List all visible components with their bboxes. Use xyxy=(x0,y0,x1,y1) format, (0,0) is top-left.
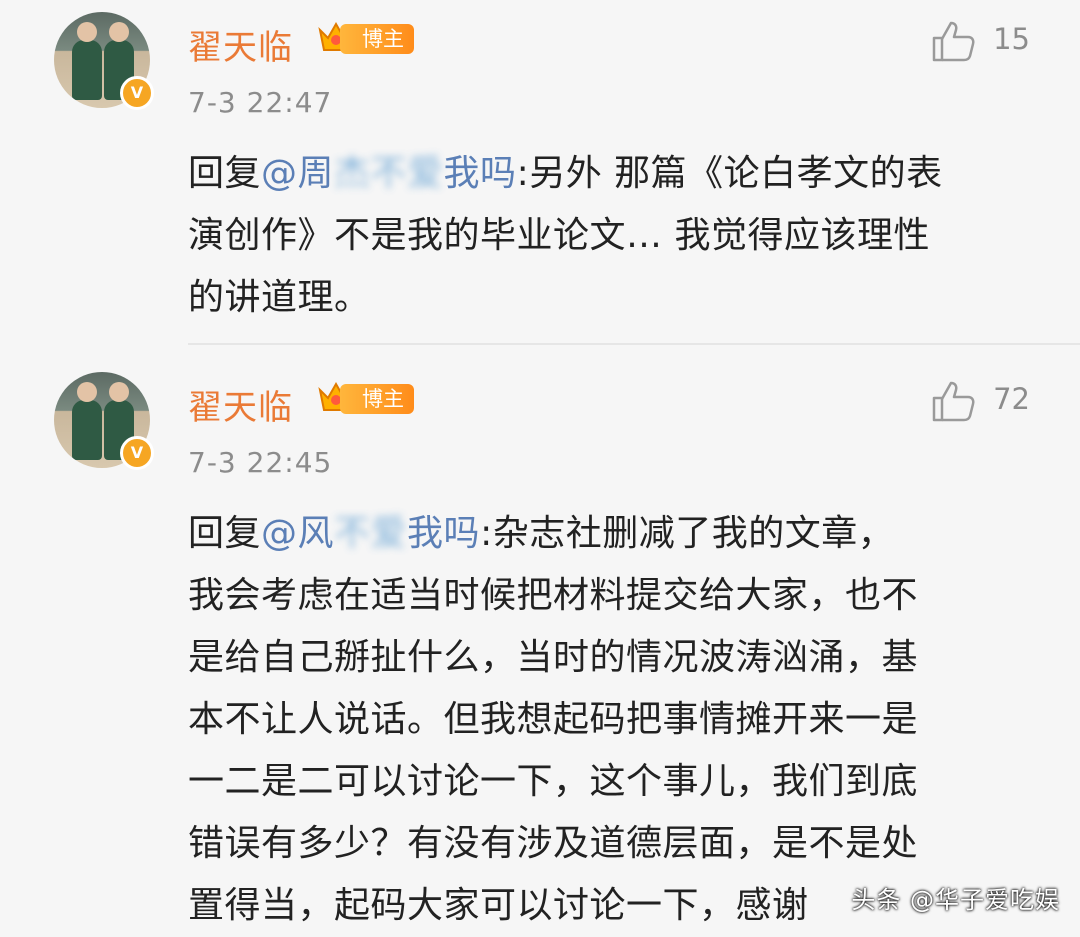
reply-prefix: 回复 xyxy=(188,153,262,194)
comment-text: 回复@周杰不爱我吗:另外 那篇《论白孝文的表 演创作》不是我的毕业论文… 我觉得… xyxy=(188,143,1048,329)
watermark: 头条 @华子爱吃娱 xyxy=(851,886,1060,914)
timestamp: 7-3 22:47 xyxy=(188,86,333,119)
verified-v-icon: V xyxy=(120,76,154,110)
comment-line: 的讲道理。 xyxy=(188,277,371,318)
comment-line: 一二是二可以讨论一下，这个事儿，我们到底 xyxy=(188,761,919,802)
comment-line: 错误有多少？有没有涉及道德层面，是不是处 xyxy=(188,823,919,864)
verified-v-icon: V xyxy=(120,436,154,470)
comment-item-2: V 翟天临 博主 72 7-3 22:45 回复@风不爱我吗:杂志社删减了我的文… xyxy=(0,344,1080,929)
mention-link[interactable]: @风不爱我吗 xyxy=(261,513,480,554)
comment-line: 本不让人说话。但我想起码把事情摊开来一是 xyxy=(188,699,919,740)
comment-line: :杂志社删减了我的文章， xyxy=(480,513,895,554)
mention-link[interactable]: @周杰不爱我吗 xyxy=(261,153,517,194)
timestamp: 7-3 22:45 xyxy=(188,446,333,479)
comment-line: :另外 那篇《论白孝文的表 xyxy=(516,153,943,194)
username[interactable]: 翟天临 xyxy=(188,380,293,429)
username[interactable]: 翟天临 xyxy=(188,20,293,69)
comment-item-1: V 翟天临 博主 15 7-3 22:47 回复@周杰不爱我吗:另外 那篇《论白… xyxy=(0,0,1080,343)
like-count: 72 xyxy=(993,382,1030,416)
like-count: 15 xyxy=(993,22,1030,56)
comment-line: 是给自己掰扯什么，当时的情况波涛汹涌，基 xyxy=(188,637,919,678)
blurred-name: 不爱 xyxy=(334,513,408,554)
avatar[interactable]: V xyxy=(54,372,154,470)
thumbs-up-icon[interactable] xyxy=(930,18,976,64)
blogger-badge: 博主 xyxy=(340,384,414,414)
comment-line: 我会考虑在适当时候把材料提交给大家，也不 xyxy=(188,575,919,616)
blurred-name: 杰不爱 xyxy=(334,153,444,194)
thumbs-up-icon[interactable] xyxy=(930,378,976,424)
reply-prefix: 回复 xyxy=(188,513,262,554)
comment-line: 演创作》不是我的毕业论文… 我觉得应该理性 xyxy=(188,215,930,256)
comment-text: 回复@风不爱我吗:杂志社删减了我的文章， 我会考虑在适当时候把材料提交给大家，也… xyxy=(188,503,1048,937)
blogger-badge: 博主 xyxy=(340,24,414,54)
avatar[interactable]: V xyxy=(54,12,154,110)
